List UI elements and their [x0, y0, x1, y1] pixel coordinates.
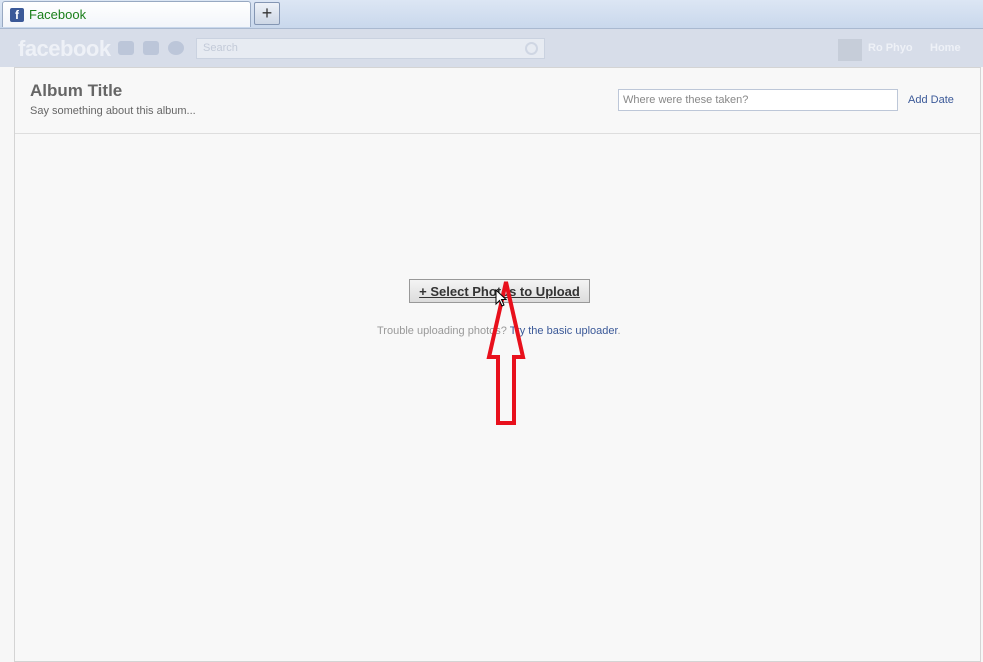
album-header: Album Title Say something about this alb…: [15, 68, 980, 134]
search-input[interactable]: Search: [196, 38, 545, 59]
album-title-field[interactable]: Album Title: [30, 81, 122, 101]
new-tab-button[interactable]: +: [254, 2, 280, 25]
location-input[interactable]: [618, 89, 898, 111]
browser-tab[interactable]: f Facebook: [2, 1, 251, 27]
facebook-favicon-icon: f: [10, 8, 24, 22]
friends-icon[interactable]: [118, 41, 134, 55]
trailing-period: .: [617, 325, 621, 337]
browser-tab-title: Facebook: [29, 7, 87, 22]
home-link[interactable]: Home: [930, 42, 961, 54]
user-name-link[interactable]: Ro Phyo: [868, 42, 913, 54]
search-placeholder: Search: [203, 42, 238, 54]
album-description-field[interactable]: Say something about this album...: [30, 105, 196, 117]
facebook-logo[interactable]: facebook: [18, 36, 111, 62]
mouse-cursor-icon: [495, 289, 507, 307]
facebook-top-bar: facebook Search Ro Phyo Home: [0, 29, 983, 67]
avatar[interactable]: [838, 39, 862, 61]
messages-icon[interactable]: [143, 41, 159, 55]
search-icon[interactable]: [525, 42, 538, 55]
notifications-globe-icon[interactable]: [168, 41, 184, 55]
add-date-link[interactable]: Add Date: [908, 94, 954, 106]
browser-tab-strip: f Facebook +: [0, 0, 983, 29]
